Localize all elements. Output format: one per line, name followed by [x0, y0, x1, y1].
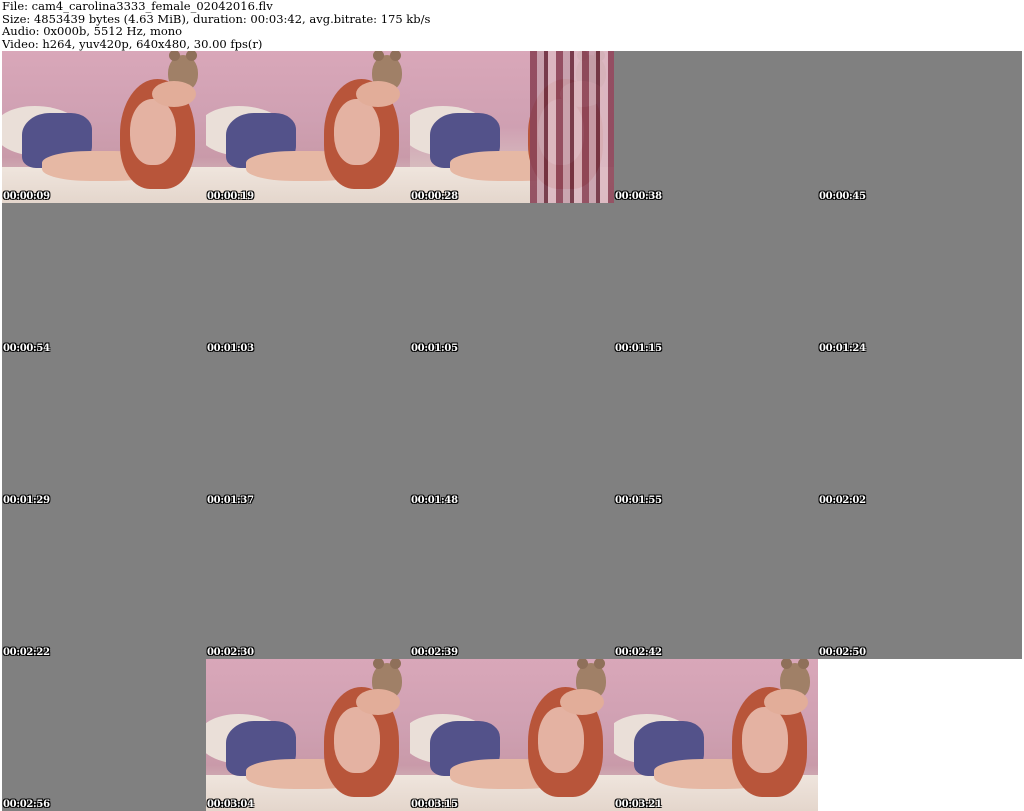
thumbnail-timestamp: 00:01:48 [411, 495, 458, 506]
thumbnail-timestamp: 00:00:38 [615, 191, 662, 202]
thumbnail-tile: 00:01:37 [206, 355, 410, 507]
thumbnail-timestamp: 00:03:04 [207, 799, 254, 810]
thumbnail-grid: 00:00:09 00:00:19 00:00:28 00:00:38 00:00:45… [2, 51, 1022, 811]
thumbnail-tile: 00:01:29 [2, 355, 206, 507]
thumbnail-timestamp: 00:01:15 [615, 343, 662, 354]
thumbnail-tile: 00:02:56 [2, 659, 206, 811]
thumbnail-timestamp: 00:03:21 [615, 799, 662, 810]
thumbnail-tile: 00:00:09 [2, 51, 206, 203]
thumbnail-tile: 00:02:42 [614, 507, 818, 659]
file-info-header: File: cam4_carolina3333_female_02042016.… [2, 0, 1022, 50]
thumbnail-tile: 00:01:48 [410, 355, 614, 507]
thumbnail-timestamp: 00:00:54 [3, 343, 50, 354]
thumbnail-tile: 00:02:39 [410, 507, 614, 659]
thumbnail-tile: 00:02:22 [2, 507, 206, 659]
thumbnail-tile: 00:01:15 [614, 203, 818, 355]
thumbnail-timestamp: 00:00:28 [411, 191, 458, 202]
thumbnail-timestamp: 00:01:55 [615, 495, 662, 506]
thumbnail-timestamp: 00:01:05 [411, 343, 458, 354]
video-frame-image [206, 659, 410, 811]
thumbnail-tile: 00:00:54 [2, 203, 206, 355]
video-frame-image [614, 659, 818, 811]
thumbnail-timestamp: 00:02:56 [3, 799, 50, 810]
thumbnail-tile: 00:01:05 [410, 203, 614, 355]
thumbnail-tile: 00:01:24 [818, 203, 1022, 355]
thumbnail-timestamp: 00:01:29 [3, 495, 50, 506]
thumbnail-timestamp: 00:01:03 [207, 343, 254, 354]
thumbnail-tile: 00:02:30 [206, 507, 410, 659]
thumbnail-timestamp: 00:02:02 [819, 495, 866, 506]
thumbnail-tile: 00:00:28 [410, 51, 614, 203]
audio-info-line: Audio: 0x000b, 5512 Hz, mono [2, 24, 183, 38]
thumbnail-tile: 00:01:03 [206, 203, 410, 355]
thumbnail-tile: 00:00:45 [818, 51, 1022, 203]
thumbnail-tile: 00:03:15 [410, 659, 614, 811]
thumbnail-timestamp: 00:02:39 [411, 647, 458, 658]
thumbnail-timestamp: 00:02:30 [207, 647, 254, 658]
empty-tile [818, 659, 1022, 811]
thumbnail-timestamp: 00:02:22 [3, 647, 50, 658]
thumbnail-timestamp: 00:02:50 [819, 647, 866, 658]
thumbnail-tile: 00:00:38 [614, 51, 818, 203]
thumbnail-tile: 00:03:21 [614, 659, 818, 811]
video-frame-image [410, 659, 614, 811]
video-frame-image [206, 51, 410, 203]
thumbnail-tile: 00:00:19 [206, 51, 410, 203]
video-info-line: Video: h264, yuv420p, 640x480, 30.00 fps… [2, 36, 263, 51]
thumbnail-timestamp: 00:01:24 [819, 343, 866, 354]
thumbnail-tile: 00:02:02 [818, 355, 1022, 507]
thumbnail-timestamp: 00:01:37 [207, 495, 254, 506]
thumbnail-timestamp: 00:00:45 [819, 191, 866, 202]
video-frame-image [410, 51, 614, 203]
video-frame-image [2, 51, 206, 203]
thumbnail-timestamp: 00:03:15 [411, 799, 458, 810]
thumbnail-tile: 00:03:04 [206, 659, 410, 811]
thumbnail-timestamp: 00:00:19 [207, 191, 254, 202]
thumbnail-timestamp: 00:02:42 [615, 647, 662, 658]
thumbnail-tile: 00:01:55 [614, 355, 818, 507]
thumbnail-tile: 00:02:50 [818, 507, 1022, 659]
thumbnail-timestamp: 00:00:09 [3, 191, 50, 202]
file-name-line: File: cam4_carolina3333_female_02042016.… [2, 0, 273, 13]
